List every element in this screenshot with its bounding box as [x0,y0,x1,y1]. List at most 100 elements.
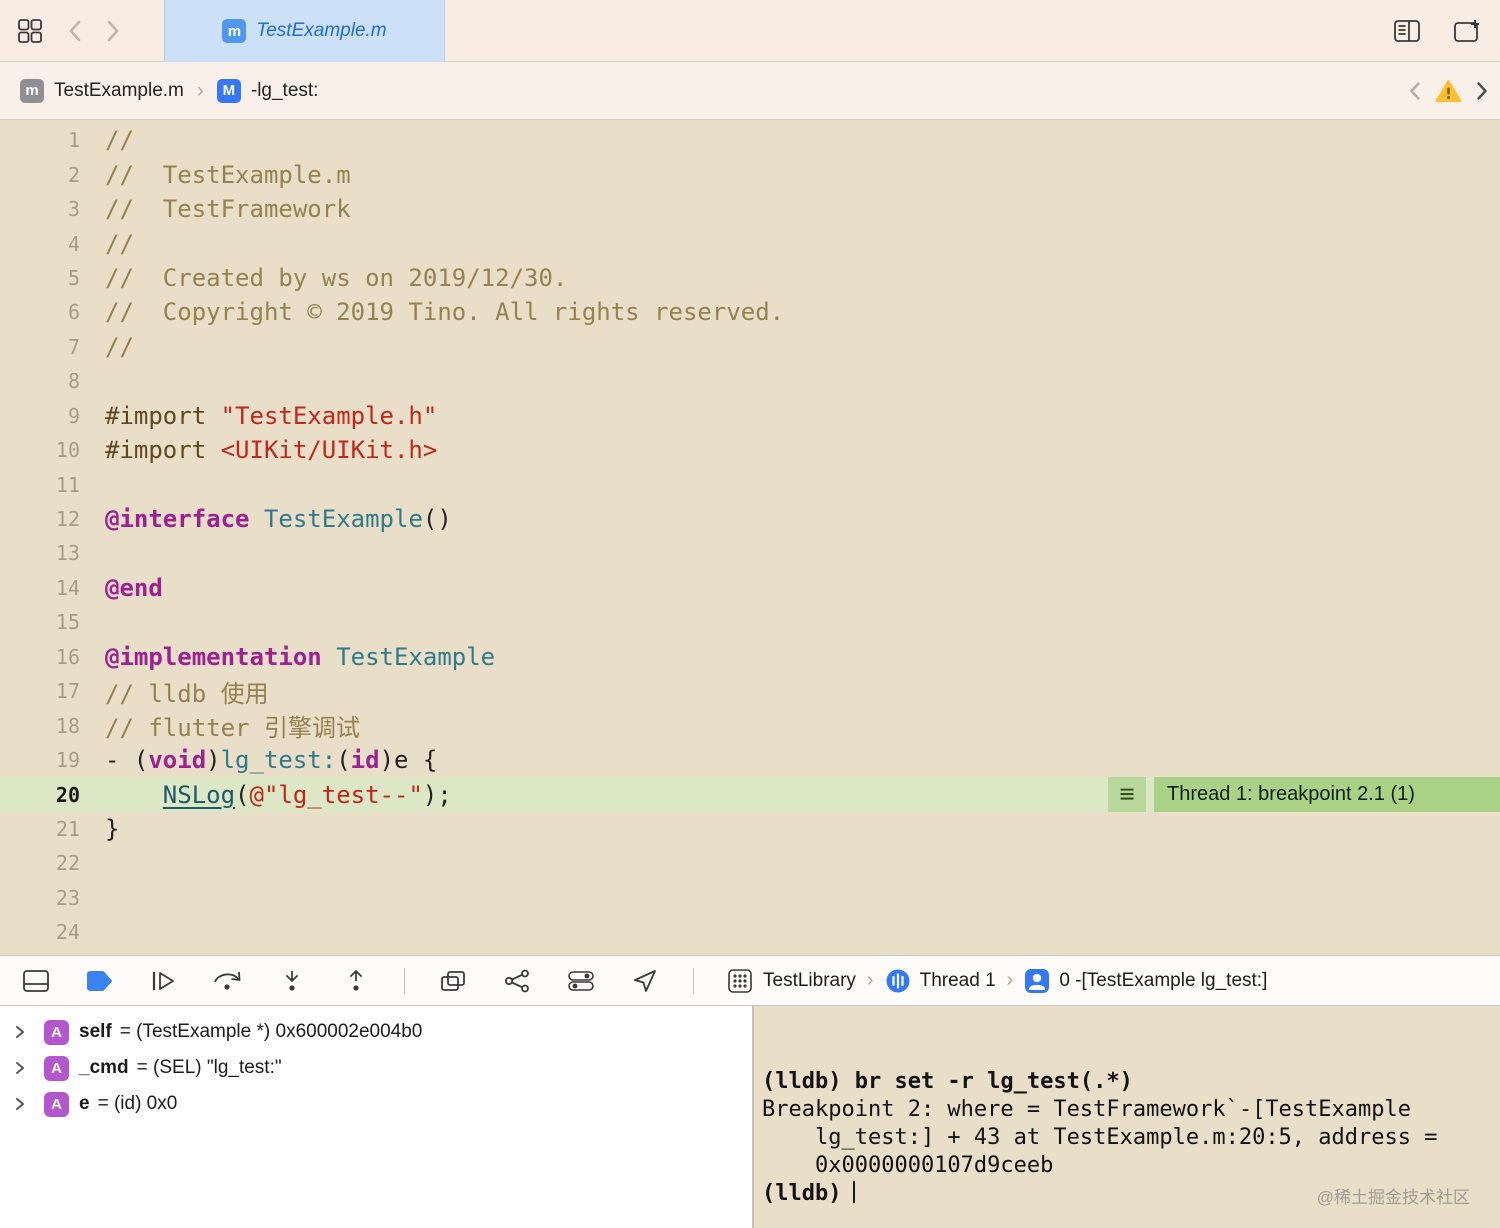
code-lines: 1 // 2 // TestExample.m 3 // TestFramework 4 //… [0,123,1500,950]
line-number[interactable]: 20 [0,783,80,807]
line-number[interactable]: 16 [0,645,80,669]
breadcrumb-file-name[interactable]: TestExample.m [54,80,184,102]
step-into-icon[interactable] [276,966,308,996]
line-number[interactable]: 7 [0,335,80,359]
simulate-location-icon[interactable] [629,966,661,996]
variables-list: Aself = (TestExample *) 0x600002e004b0 A _c… [0,1014,752,1122]
code-text: // Created by ws on 2019/12/30. [105,264,567,292]
variable-value: = (TestExample *) 0x600002e004b0 [119,1021,423,1042]
code-token: @implementation [105,642,337,671]
code-token: // [105,229,134,258]
add-editor-icon[interactable] [1452,18,1482,44]
code-token: #import [105,401,221,430]
code-line: 24 [0,915,1500,949]
issue-next-chevron-icon[interactable] [1476,81,1488,101]
code-text: @interface TestExample() [105,505,452,533]
disclosure-chevron-icon[interactable] [14,1025,44,1039]
environment-overrides-icon[interactable] [565,966,597,996]
line-number[interactable]: 10 [0,438,80,462]
variable-name: self [79,1021,112,1042]
line-number[interactable]: 1 [0,128,80,152]
issue-previous-chevron-icon[interactable] [1409,81,1421,101]
line-number[interactable]: 15 [0,610,80,634]
code-text: // [105,333,134,361]
console-text: (lldb) [762,1181,842,1206]
warning-icon[interactable] [1435,79,1462,103]
debug-view-hierarchy-icon[interactable] [437,966,469,996]
variable-value: = (id) 0x0 [97,1093,178,1114]
disclosure-chevron-icon[interactable] [14,1097,44,1111]
breadcrumb-symbol-name[interactable]: -lg_test: [251,80,319,102]
thread-label[interactable]: Thread 1 [920,970,996,992]
line-number[interactable]: 6 [0,300,80,324]
line-number[interactable]: 2 [0,163,80,187]
code-text: // TestExample.m [105,161,351,189]
code-token: "TestExample.h" [220,401,438,430]
line-number[interactable]: 11 [0,473,80,497]
variable-name: e [79,1093,90,1114]
target-app-icon [726,967,754,995]
disclosure-chevron-icon[interactable] [14,1061,44,1075]
line-number[interactable]: 18 [0,714,80,738]
continue-execution-icon[interactable] [148,966,180,996]
code-text: // lldb 使用 [105,674,269,709]
code-token: // flutter 引擎调试 [105,714,360,743]
code-token: ( [235,780,250,809]
code-line: 1 // [0,123,1500,157]
console-text: lg_test:] + 43 at TestExample.m:20:5, ad… [762,1125,1438,1150]
line-number[interactable]: 12 [0,507,80,531]
console-text: 0x0000000107d9ceeb [762,1153,1054,1178]
line-number[interactable]: 19 [0,748,80,772]
xcode-window: m TestExample.m m TestExample.m › M -lg_… [0,0,1500,1228]
code-line: 12 @interface TestExample() [0,502,1500,536]
code-token: // [105,126,134,155]
code-line: 21} [0,812,1500,846]
code-text: } [105,815,119,843]
variables-view: Aself = (TestExample *) 0x600002e004b0 A _c… [0,1006,752,1228]
line-number[interactable]: 24 [0,920,80,944]
code-text: @implementation TestExample [105,643,495,671]
debug-memory-graph-icon[interactable] [501,966,533,996]
line-number[interactable]: 21 [0,817,80,841]
line-number[interactable]: 23 [0,886,80,910]
tab-overview-icon[interactable] [16,17,44,45]
editor-options-icon[interactable] [1392,18,1422,44]
code-token: <UIKit/UIKit.h> [220,436,438,465]
console-text: (lldb) br set -r lg_test(.*) [762,1069,1133,1094]
code-token: void [148,746,207,775]
debug-jump-bar: TestLibrary › Thread 1 › 0 -[TestExample… [726,967,1267,995]
breakpoints-toggle-icon[interactable] [84,966,116,996]
code-text: @end [105,574,163,602]
code-line: 15 [0,605,1500,639]
breadcrumb-file-icon: m [20,78,44,103]
instruction-pointer-marker[interactable]: ≡ [1108,777,1146,812]
line-number[interactable]: 14 [0,576,80,600]
hide-debug-area-icon[interactable] [20,966,52,996]
line-number[interactable]: 3 [0,197,80,221]
variable-row[interactable]: A _cmd = (SEL) "lg_test:" [0,1050,752,1086]
variable-row[interactable]: Aself = (TestExample *) 0x600002e004b0 [0,1014,752,1050]
line-number[interactable]: 4 [0,232,80,256]
code-text: // flutter 引擎调试 [105,708,360,743]
forward-chevron-icon[interactable] [106,19,120,43]
step-over-icon[interactable] [212,966,244,996]
target-label[interactable]: TestLibrary [763,970,856,992]
line-number[interactable]: 5 [0,266,80,290]
back-chevron-icon[interactable] [68,19,82,43]
line-number[interactable]: 9 [0,404,80,428]
line-number[interactable]: 17 [0,679,80,703]
line-number[interactable]: 13 [0,541,80,565]
editor-tab[interactable]: m TestExample.m [164,0,445,62]
line-number[interactable]: 8 [0,369,80,393]
variable-kind-badge: A [44,1019,69,1045]
stack-frame-label[interactable]: 0 -[TestExample lg_test:] [1059,970,1267,992]
line-number[interactable]: 22 [0,851,80,875]
toolbar-divider [404,967,405,994]
variable-name: _cmd [79,1057,129,1078]
code-token: )e { [379,746,438,775]
step-out-icon[interactable] [340,966,372,996]
variable-row[interactable]: Ae = (id) 0x0 [0,1086,752,1122]
breakpoint-annotation[interactable]: Thread 1: breakpoint 2.1 (1) [1154,777,1500,812]
source-editor[interactable]: 1 // 2 // TestExample.m 3 // TestFramework 4 //… [0,120,1500,955]
